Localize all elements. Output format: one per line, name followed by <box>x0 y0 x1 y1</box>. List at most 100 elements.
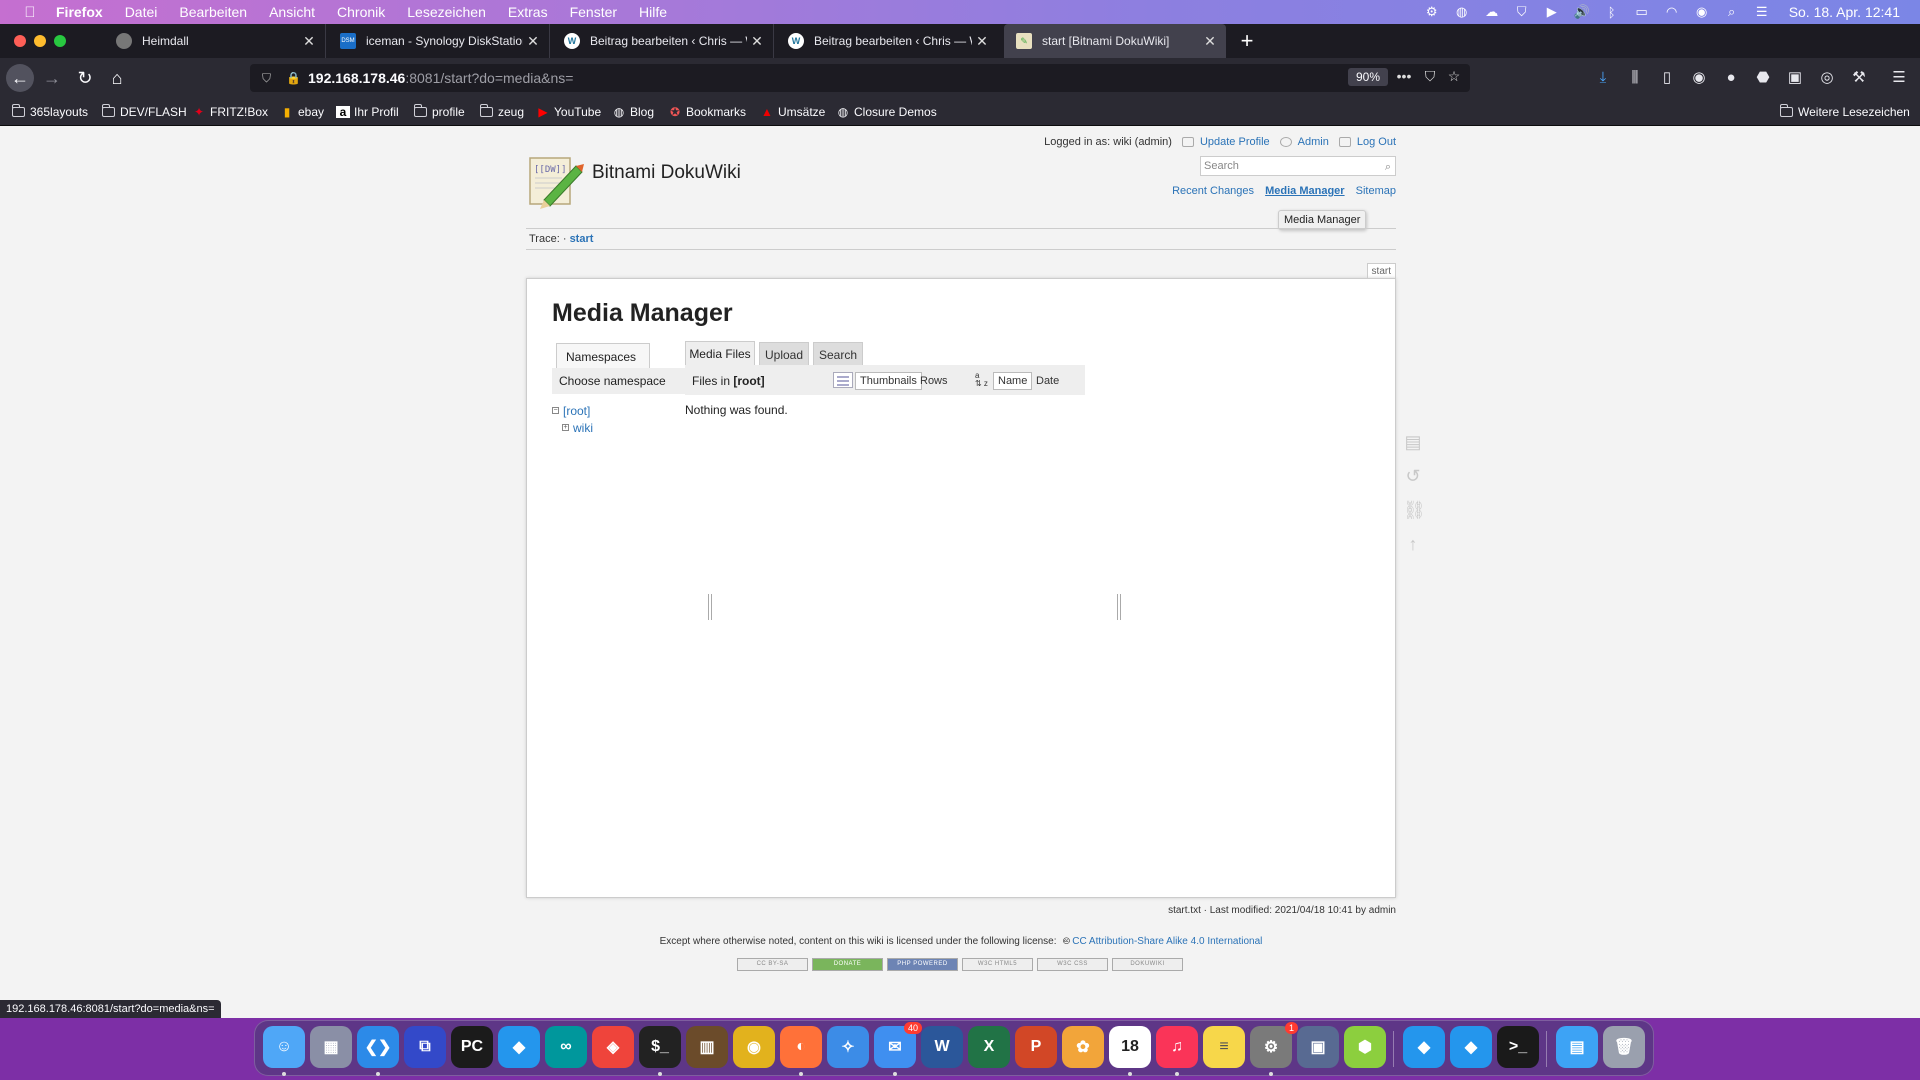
anydesk-icon[interactable]: ◈ <box>592 1026 634 1068</box>
bookmark-365layouts[interactable]: 365layouts <box>11 104 88 120</box>
terminal-icon[interactable]: $_ <box>639 1026 681 1068</box>
spotlight-search-icon[interactable]: ⌕ <box>1717 4 1747 20</box>
notes-icon[interactable]: ≡ <box>1203 1026 1245 1068</box>
word-icon[interactable]: W <box>921 1026 963 1068</box>
safari-icon[interactable]: ✧ <box>827 1026 869 1068</box>
sidebar-icon[interactable]: ▯ <box>1656 68 1678 88</box>
preview-icon[interactable]: ▣ <box>1297 1026 1339 1068</box>
menu-lesezeichen[interactable]: Lesezeichen <box>407 4 486 20</box>
shield-check-icon[interactable]: ⛉ <box>1507 4 1537 20</box>
tab-media-files[interactable]: Media Files <box>685 341 755 365</box>
bookmark-profile[interactable]: profile <box>413 104 465 120</box>
address-bar[interactable]: ⛉ 🔒 192.168.178.46 :8081/start?do=media&… <box>250 64 1470 92</box>
docker-2-icon[interactable]: ◆ <box>1403 1026 1445 1068</box>
badge-php-powered[interactable]: PHP POWERED <box>887 958 958 971</box>
admin-link[interactable]: Admin <box>1298 136 1329 148</box>
docker-icon[interactable]: ◆ <box>498 1026 540 1068</box>
bookmark-bookmarks[interactable]: ✪ Bookmarks <box>668 104 746 120</box>
bookmark-zeug[interactable]: zeug <box>479 104 524 120</box>
zoom-level-button[interactable]: 90% <box>1347 68 1388 86</box>
badge-dokuwiki[interactable]: DOKUWIKI <box>1112 958 1183 971</box>
menu-hilfe[interactable]: Hilfe <box>639 4 667 20</box>
namespace-wiki-link[interactable]: wiki <box>573 421 593 435</box>
play-circle-icon[interactable]: ▶ <box>1537 4 1567 20</box>
tab-upload[interactable]: Upload <box>759 342 809 365</box>
excel-icon[interactable]: X <box>968 1026 1010 1068</box>
menubar-clock[interactable]: So. 18. Apr. 12:41 <box>1789 4 1900 20</box>
firefox-icon[interactable]: ◐ <box>780 1026 822 1068</box>
vscode-icon[interactable]: ❮❯ <box>357 1026 399 1068</box>
rows-view-button[interactable]: Rows <box>915 372 953 390</box>
tab-synology[interactable]: DSM iceman - Synology DiskStation ✕ <box>328 24 550 58</box>
picture-in-picture-icon[interactable]: ▣ <box>1784 68 1806 88</box>
library-icon[interactable]: ⫼ <box>1624 68 1646 88</box>
bookmark-star-icon[interactable]: ☆ <box>1444 68 1464 85</box>
globe-icon[interactable]: ◍ <box>1447 4 1477 20</box>
close-tab-icon[interactable]: ✕ <box>523 33 543 50</box>
wiki-search-input[interactable]: Search ⌕ <box>1200 156 1396 176</box>
close-tab-icon[interactable]: ✕ <box>747 33 767 50</box>
menu-extras[interactable]: Extras <box>508 4 548 20</box>
page-actions-icon[interactable]: ••• <box>1394 68 1414 84</box>
calendar-icon[interactable]: 18 <box>1109 1026 1151 1068</box>
tracking-protection-icon[interactable]: ⛉ <box>262 71 276 86</box>
search-icon[interactable]: ⌕ <box>1385 158 1391 176</box>
badge-donate[interactable]: DONATE <box>812 958 883 971</box>
insecure-connection-icon[interactable]: 🔒 <box>286 71 301 85</box>
tab-namespaces[interactable]: Namespaces <box>556 343 650 369</box>
forward-button[interactable]: → <box>38 64 66 92</box>
namespace-root-link[interactable]: [root] <box>563 404 590 418</box>
wifi-icon[interactable]: ◠ <box>1657 4 1687 20</box>
powerpoint-icon[interactable]: P <box>1015 1026 1057 1068</box>
battery-icon[interactable]: ▭ <box>1627 4 1657 20</box>
remote-icon[interactable]: ⧉ <box>404 1026 446 1068</box>
bookmark-dev-flash[interactable]: DEV/FLASH <box>101 104 187 120</box>
menu-ansicht[interactable]: Ansicht <box>269 4 315 20</box>
back-button[interactable]: ← <box>6 64 34 92</box>
home-button[interactable]: ⌂ <box>103 64 131 92</box>
music-icon[interactable]: ♫ <box>1156 1026 1198 1068</box>
downloads-icon[interactable]: ⤓ <box>1592 68 1614 88</box>
hamburger-menu-icon[interactable]: ☰ <box>1888 68 1910 88</box>
downloads-folder-icon[interactable]: ▤ <box>1556 1026 1598 1068</box>
thumbnails-view-button[interactable]: Thumbnails <box>855 372 922 390</box>
menu-app-name[interactable]: Firefox <box>56 4 103 20</box>
system-preferences-icon[interactable]: ⚙ 1 <box>1250 1022 1298 1068</box>
panel-resize-handle-left[interactable] <box>708 594 712 620</box>
sort-date-button[interactable]: Date <box>1031 372 1064 390</box>
gear-icon[interactable]: ⚙ <box>1417 4 1447 20</box>
bookmark-umsaetze[interactable]: ▲ Umsätze <box>760 104 825 120</box>
old-revisions-icon[interactable]: ↺ <box>1403 466 1423 486</box>
close-tab-icon[interactable]: ✕ <box>972 33 992 50</box>
expand-icon[interactable]: + <box>562 424 569 431</box>
license-link[interactable]: CC Attribution-Share Alike 4.0 Internati… <box>1072 936 1262 947</box>
extension-circle-icon[interactable]: ◎ <box>1816 68 1838 88</box>
zoom-window-button[interactable] <box>54 35 66 47</box>
account-icon[interactable]: ◉ <box>1688 68 1710 88</box>
close-tab-icon[interactable]: ✕ <box>1200 33 1220 50</box>
collapse-icon[interactable]: − <box>552 407 559 414</box>
bookmark-closure-demos[interactable]: ◍ Closure Demos <box>836 104 937 120</box>
menu-chronik[interactable]: Chronik <box>337 4 385 20</box>
close-tab-icon[interactable]: ✕ <box>299 33 319 50</box>
adblock-icon[interactable]: ⬣ <box>1752 68 1774 88</box>
logout-link[interactable]: Log Out <box>1357 136 1396 148</box>
sitemap-link[interactable]: Sitemap <box>1356 185 1396 197</box>
close-window-button[interactable] <box>14 35 26 47</box>
bookmark-ebay[interactable]: ▮ ebay <box>280 104 324 120</box>
cube-icon[interactable]: ⬢ <box>1344 1026 1386 1068</box>
weather-icon[interactable]: ☁ <box>1477 4 1507 20</box>
finder-icon[interactable]: ☺ <box>263 1026 305 1068</box>
panel-resize-handle-right[interactable] <box>1117 594 1121 620</box>
extension-dark-icon[interactable]: ● <box>1720 68 1742 88</box>
tab-wordpress-2[interactable]: W Beitrag bearbeiten ‹ Chris — W ✕ <box>776 24 998 58</box>
terminal-2-icon[interactable]: >_ <box>1497 1026 1539 1068</box>
trace-start-link[interactable]: start <box>570 233 594 245</box>
menu-bearbeiten[interactable]: Bearbeiten <box>179 4 247 20</box>
update-profile-link[interactable]: Update Profile <box>1200 136 1270 148</box>
show-page-icon[interactable]: ▤ <box>1403 432 1423 452</box>
pocket-icon[interactable]: ⛉ <box>1420 68 1440 85</box>
backlinks-icon[interactable]: ⛓ <box>1403 500 1426 520</box>
user-icon[interactable]: ◉ <box>1687 4 1717 20</box>
launchpad-icon[interactable]: ▦ <box>310 1026 352 1068</box>
